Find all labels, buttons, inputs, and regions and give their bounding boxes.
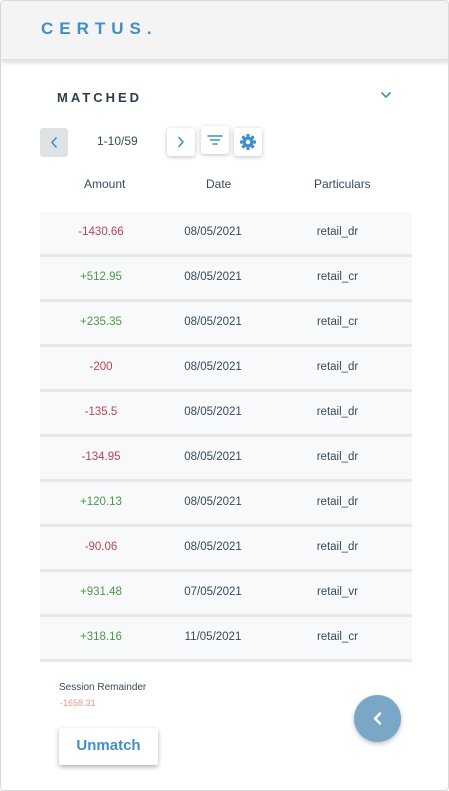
date-cell: 11/05/2021 <box>184 631 242 643</box>
date-cell: 08/05/2021 <box>184 406 242 418</box>
table-row[interactable]: +120.13 08/05/2021 retail_dr <box>40 482 412 527</box>
filter-button[interactable] <box>201 126 229 154</box>
column-header-particulars[interactable]: Particulars <box>314 177 371 191</box>
table-row[interactable]: -200 08/05/2021 retail_dr <box>40 347 412 392</box>
amount-cell: -200 <box>89 361 113 373</box>
date-cell: 08/05/2021 <box>184 496 242 508</box>
unmatch-button[interactable]: Unmatch <box>59 728 158 765</box>
chevron-right-icon <box>178 136 184 148</box>
session-remainder-value: -1658.31 <box>60 698 96 708</box>
column-header-date[interactable]: Date <box>206 177 231 191</box>
date-cell: 08/05/2021 <box>184 316 242 328</box>
chevron-left-icon <box>51 137 57 148</box>
gear-icon <box>240 134 256 150</box>
date-cell: 08/05/2021 <box>184 271 242 283</box>
app-header: CERTUS. <box>1 1 448 60</box>
particulars-cell: retail_dr <box>316 406 359 418</box>
session-remainder-label: Session Remainder <box>59 682 147 693</box>
table-row[interactable]: +512.95 08/05/2021 retail_cr <box>40 257 412 302</box>
column-header-amount[interactable]: Amount <box>84 177 125 191</box>
date-cell: 08/05/2021 <box>184 451 242 463</box>
particulars-cell: retail_dr <box>316 541 359 553</box>
particulars-cell: retail_dr <box>316 451 359 463</box>
prev-page-button[interactable] <box>40 128 68 157</box>
date-cell: 08/05/2021 <box>184 541 242 553</box>
chevron-down-icon[interactable] <box>378 87 394 103</box>
particulars-cell: retail_dr <box>316 496 359 508</box>
next-page-button[interactable] <box>167 128 195 156</box>
app-frame: CERTUS. MATCHED 1-10/59 Amount Date Part… <box>0 0 449 791</box>
table-row[interactable]: -1430.66 08/05/2021 retail_dr <box>40 212 412 257</box>
date-cell: 08/05/2021 <box>184 226 242 238</box>
particulars-cell: retail_cr <box>317 631 358 643</box>
amount-cell: +235.35 <box>80 316 122 328</box>
amount-cell: -90.06 <box>84 541 118 553</box>
amount-cell: +120.13 <box>80 496 122 508</box>
particulars-cell: retail_vr <box>317 586 358 598</box>
particulars-cell: retail_cr <box>317 316 358 328</box>
page-indicator: 1-10/59 <box>97 134 138 148</box>
particulars-cell: retail_cr <box>317 271 358 283</box>
logo: CERTUS. <box>41 19 158 38</box>
amount-cell: -134.95 <box>81 451 121 463</box>
table-row[interactable]: +931.48 07/05/2021 retail_vr <box>40 572 412 617</box>
particulars-cell: retail_dr <box>316 226 359 238</box>
table-row[interactable]: -135.5 08/05/2021 retail_dr <box>40 392 412 437</box>
amount-cell: +931.48 <box>80 586 122 598</box>
matched-table: -1430.66 08/05/2021 retail_dr +512.95 08… <box>40 212 412 662</box>
back-fab-button[interactable] <box>354 695 401 742</box>
section-title: MATCHED <box>57 90 143 105</box>
amount-cell: +318.16 <box>80 631 122 643</box>
settings-button[interactable] <box>234 128 262 156</box>
chevron-left-icon <box>373 712 382 725</box>
date-cell: 07/05/2021 <box>184 586 242 598</box>
amount-cell: +512.95 <box>80 271 122 283</box>
particulars-cell: retail_dr <box>316 361 359 373</box>
amount-cell: -1430.66 <box>78 226 124 238</box>
table-row[interactable]: +318.16 11/05/2021 retail_cr <box>40 617 412 662</box>
amount-cell: -135.5 <box>84 406 118 418</box>
table-row[interactable]: +235.35 08/05/2021 retail_cr <box>40 302 412 347</box>
filter-icon <box>207 135 223 145</box>
table-row[interactable]: -90.06 08/05/2021 retail_dr <box>40 527 412 572</box>
date-cell: 08/05/2021 <box>184 361 242 373</box>
table-row[interactable]: -134.95 08/05/2021 retail_dr <box>40 437 412 482</box>
